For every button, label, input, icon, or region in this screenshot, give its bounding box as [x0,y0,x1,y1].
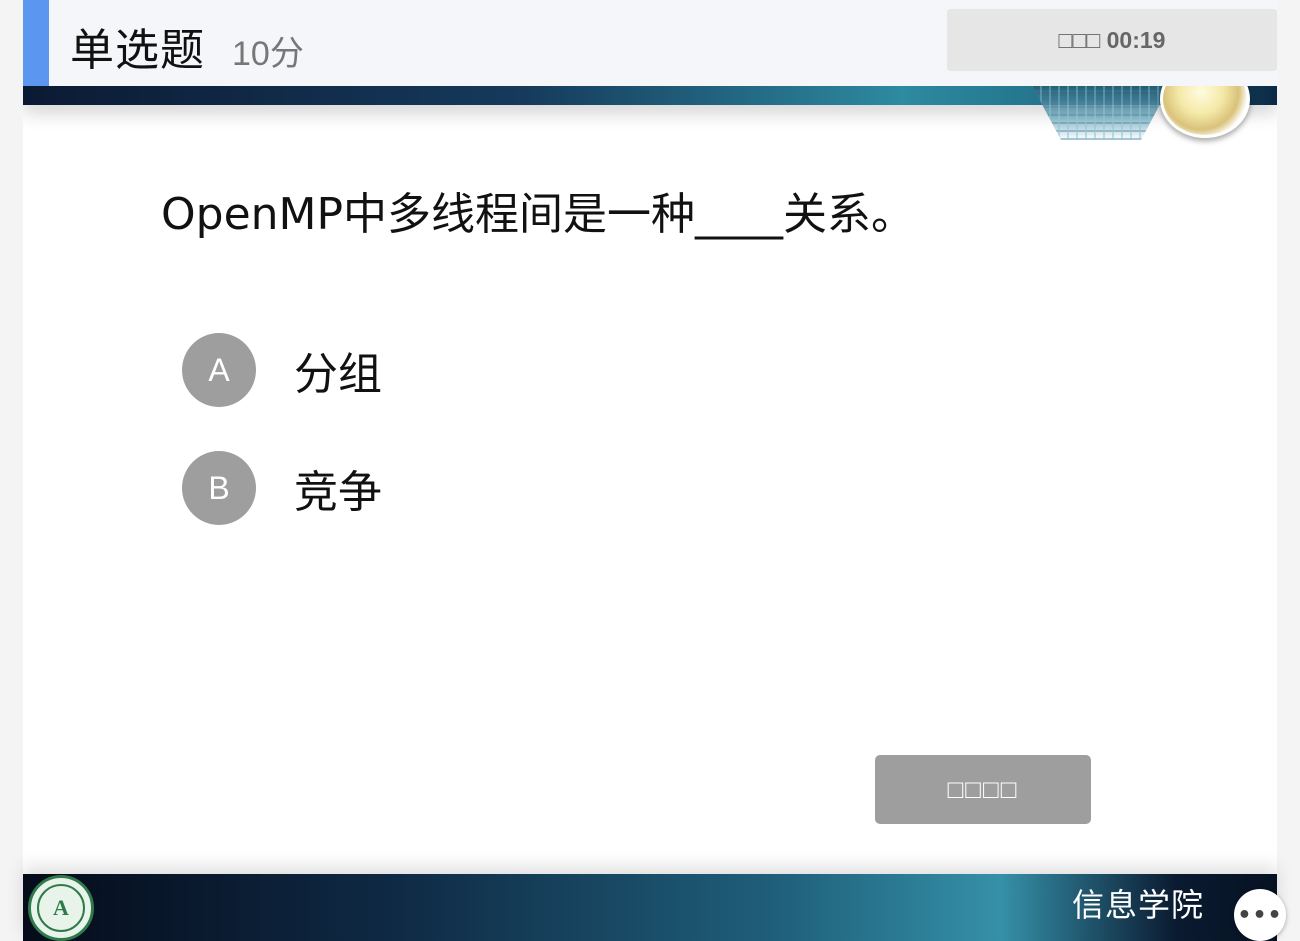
option-b[interactable]: B 竞争 [182,451,382,525]
logo-emblem: A [37,884,85,932]
server-room-image [1029,80,1173,140]
option-text-b: 竞争 [294,467,382,518]
option-a[interactable]: A 分组 [182,333,382,407]
timer-value: 00:19 [1106,26,1166,53]
university-logo: A [28,875,94,941]
footer-school-name: 信息学院 [1072,887,1205,923]
option-letter-a: A [182,333,256,407]
option-text-a: 分组 [294,349,382,400]
more-icon: ••• [1237,902,1283,928]
more-options-button[interactable]: ••• [1234,889,1286,941]
timer-label: □□□ [1058,26,1101,53]
question-text: OpenMP中多线程间是一种____关系。 [161,189,916,240]
header-accent-bar [23,0,49,86]
option-letter-b: B [182,451,256,525]
question-score: 10分 [232,35,304,73]
timer-display: □□□ 00:19 [947,9,1277,71]
question-type-title: 单选题 [70,26,205,75]
submit-button[interactable]: □□□□ [875,755,1091,824]
